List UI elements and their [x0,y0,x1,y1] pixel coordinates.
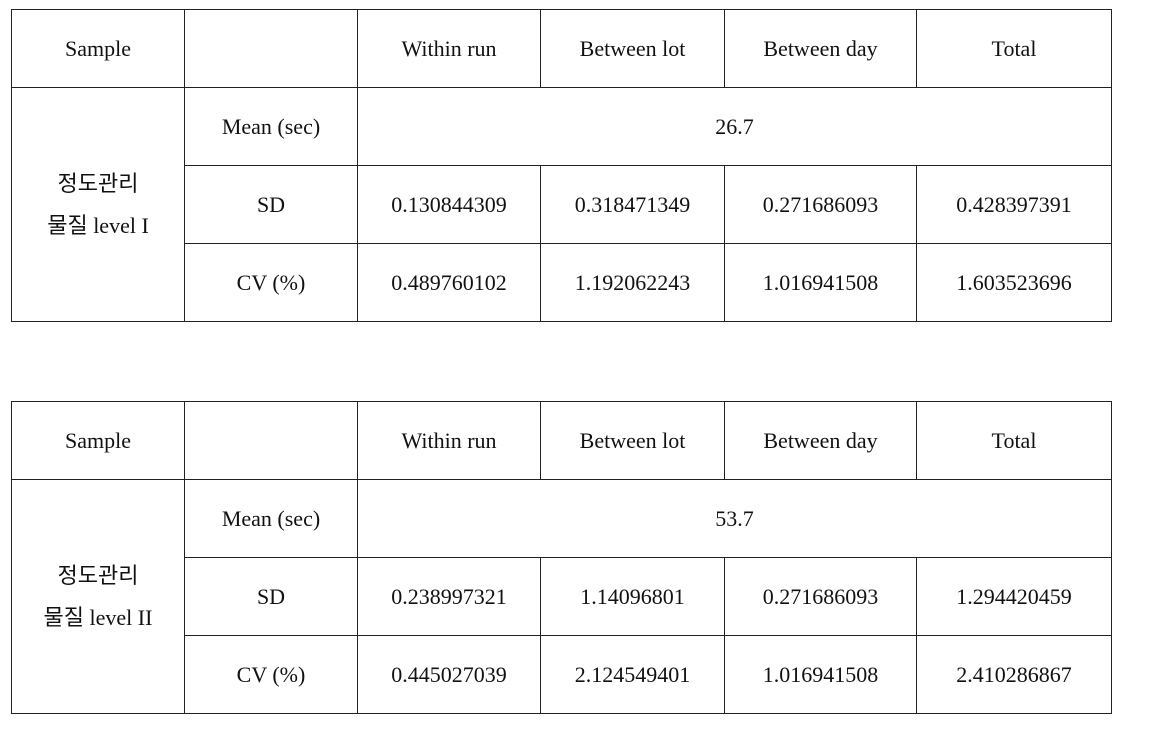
column-header [184,401,358,480]
value-cell: 0.238997321 [357,557,541,636]
value-cell: 0.130844309 [357,165,541,244]
row-label: CV (%) [184,243,358,322]
value-cell: 1.192062243 [540,243,725,322]
value-cell: 0.428397391 [916,165,1112,244]
value-cell: 1.294420459 [916,557,1112,636]
column-header: Between day [724,401,917,480]
value-cell: 0.445027039 [357,635,541,714]
value-cell: 0.318471349 [540,165,725,244]
value-cell: 0.489760102 [357,243,541,322]
row-label: CV (%) [184,635,358,714]
column-header: Between day [724,9,917,88]
sample-name-line2: 물질 level II [43,604,153,630]
mean-label: Mean (sec) [184,87,358,166]
value-cell: 0.271686093 [724,165,917,244]
sample-name-cell: 정도관리물질 level II [11,479,185,714]
value-cell: 1.016941508 [724,635,917,714]
row-label: SD [184,557,358,636]
sample-name-line1: 정도관리 [57,170,139,196]
column-header: Sample [11,401,185,480]
header-row: Sample Within run Between lot Between day To… [11,9,1112,88]
column-header: Total [916,9,1112,88]
mean-row: 정도관리 물질 level I Mean (sec) 26.7 [11,87,1112,322]
column-header: Within run [357,401,541,480]
value-cell: 1.016941508 [724,243,917,322]
mean-label: Mean (sec) [184,479,358,558]
value-cell: 2.410286867 [916,635,1112,714]
value-cell: 1.603523696 [916,243,1112,322]
column-header: Sample [11,9,185,88]
value-cell: 1.14096801 [540,557,725,636]
value-cell: 0.271686093 [724,557,917,636]
row-label: SD [184,165,358,244]
mean-value: 26.7 [357,87,1112,166]
column-header [184,9,358,88]
sample-name-line1: 정도관리 [57,562,139,588]
column-header: Within run [357,9,541,88]
mean-row: 정도관리 물질 level II Mean (sec) 53.7 [11,479,1112,714]
sample-name-cell: 정도관리물질 level I [11,87,185,322]
precision-table-level-1: Sample Within run Between lot Between day To… [11,9,1112,322]
sample-name-line2: 물질 level I [47,212,149,238]
value-cell: 2.124549401 [540,635,725,714]
header-row: Sample Within run Between lot Between day To… [11,401,1112,480]
column-header: Between lot [540,401,725,480]
column-header: Total [916,401,1112,480]
mean-value: 53.7 [357,479,1112,558]
column-header: Between lot [540,9,725,88]
precision-table-level-2: Sample Within run Between lot Between day To… [11,401,1112,714]
